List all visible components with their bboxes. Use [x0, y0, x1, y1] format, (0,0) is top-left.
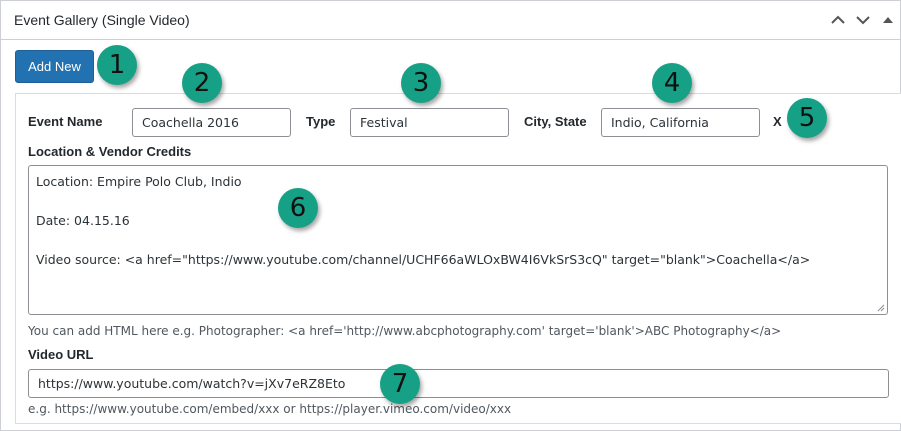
type-input[interactable]: Festival — [350, 108, 509, 137]
callout-badge: 5 — [787, 98, 827, 138]
panel-header: Event Gallery (Single Video) — [1, 1, 900, 40]
city-state-input[interactable]: Indio, California — [601, 108, 760, 137]
callout-badge: 6 — [278, 188, 318, 228]
callout-badge: 3 — [401, 63, 441, 103]
callout-badge: 4 — [652, 63, 692, 103]
event-name-input[interactable]: Coachella 2016 — [132, 108, 291, 137]
credits-textarea[interactable]: Location: Empire Polo Club, Indio Date: … — [28, 165, 888, 315]
move-up-button[interactable] — [827, 9, 849, 31]
event-name-label: Event Name — [28, 114, 103, 129]
callout-badge: 7 — [380, 364, 420, 404]
event-gallery-panel: Event Gallery (Single Video) Add New Eve… — [0, 0, 901, 431]
credits-line: Date: 04.15.16 — [36, 213, 130, 228]
resize-grip-icon[interactable] — [877, 304, 885, 312]
type-label: Type — [306, 114, 336, 129]
credits-label: Location & Vendor Credits — [28, 144, 192, 159]
move-down-button[interactable] — [852, 9, 874, 31]
credits-line: Video source: <a href="https://www.youtu… — [36, 252, 811, 267]
panel-title: Event Gallery (Single Video) — [14, 12, 190, 28]
credits-help-text: You can add HTML here e.g. Photographer:… — [28, 324, 782, 338]
remove-row-button[interactable]: X — [773, 114, 782, 129]
callout-badge: 1 — [97, 45, 137, 85]
video-help-text: e.g. https://www.youtube.com/embed/xxx o… — [28, 402, 512, 416]
video-url-label: Video URL — [28, 347, 94, 362]
add-new-button[interactable]: Add New — [15, 50, 94, 83]
city-state-label: City, State — [524, 114, 587, 129]
video-url-input[interactable]: https://www.youtube.com/watch?v=jXv7eRZ8… — [28, 369, 889, 398]
credits-line: Location: Empire Polo Club, Indio — [36, 174, 242, 189]
toggle-panel-button[interactable] — [877, 9, 899, 31]
chevron-up-icon — [831, 15, 845, 24]
chevron-down-icon — [856, 16, 870, 25]
toggle-arrow-icon — [883, 17, 893, 23]
callout-badge: 2 — [182, 63, 222, 103]
